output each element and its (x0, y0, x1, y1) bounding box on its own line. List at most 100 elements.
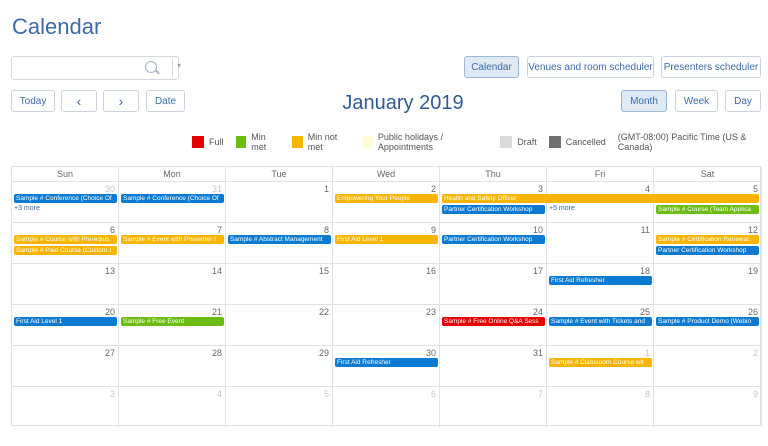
more-events-link[interactable]: +5 more (549, 205, 575, 212)
day-number[interactable]: 30 (426, 348, 436, 358)
day-number[interactable]: 18 (640, 266, 650, 276)
day-cell[interactable]: 5 (226, 386, 333, 427)
day-cell[interactable]: 2 (654, 345, 762, 386)
tab-day[interactable]: Day (725, 90, 761, 112)
calendar-event[interactable]: Partner Certification Workshop (442, 235, 545, 244)
day-number[interactable]: 21 (212, 307, 222, 317)
calendar-event[interactable]: Partner Certification Workshop (442, 205, 545, 214)
day-number[interactable]: 10 (533, 225, 543, 235)
day-number[interactable]: 5 (324, 389, 329, 399)
day-number[interactable]: 25 (640, 307, 650, 317)
calendar-event[interactable]: Sample # Paid Course (Custom I (14, 246, 117, 255)
search-input[interactable]: ▾ (11, 56, 181, 80)
day-number[interactable]: 11 (641, 225, 650, 235)
day-number[interactable]: 30 (105, 184, 115, 194)
day-cell[interactable]: 23 (333, 304, 440, 345)
calendar-event[interactable]: Sample # Course with Prerequis (14, 235, 117, 244)
next-button[interactable]: › (103, 90, 139, 112)
day-number[interactable]: 1 (645, 348, 650, 358)
day-cell[interactable]: 8 (547, 386, 654, 427)
day-cell[interactable]: 27 (12, 345, 119, 386)
tab-venues-room-scheduler[interactable]: Venues and room scheduler (527, 56, 654, 78)
day-cell[interactable]: 16 (333, 263, 440, 304)
calendar-event[interactable]: Sample # Free Online Q&A Sess (442, 317, 545, 326)
tab-calendar[interactable]: Calendar (464, 56, 519, 78)
day-number[interactable]: 31 (533, 348, 543, 358)
day-number[interactable]: 27 (105, 348, 115, 358)
day-number[interactable]: 8 (324, 225, 329, 235)
day-number[interactable]: 16 (426, 266, 436, 276)
calendar-event[interactable]: Sample # Classroom Course wit (549, 358, 652, 367)
day-number[interactable]: 7 (538, 389, 543, 399)
day-cell[interactable]: 7 (440, 386, 547, 427)
day-cell[interactable]: 6 (333, 386, 440, 427)
day-cell[interactable]: 14 (119, 263, 226, 304)
day-number[interactable]: 12 (748, 225, 758, 235)
calendar-event[interactable]: Sample # Free Event (121, 317, 224, 326)
prev-button[interactable]: ‹ (61, 90, 97, 112)
calendar-event[interactable]: Sample # Abstract Management (228, 235, 331, 244)
day-number[interactable]: 15 (319, 266, 329, 276)
tab-presenters-scheduler[interactable]: Presenters scheduler (661, 56, 761, 78)
calendar-event[interactable]: First Aid Refresher (549, 276, 652, 285)
day-cell[interactable]: 13 (12, 263, 119, 304)
day-cell[interactable]: 19 (654, 263, 762, 304)
calendar-event[interactable]: Sample # Product Demo (Webin (656, 317, 759, 326)
day-cell[interactable]: 4 (119, 386, 226, 427)
day-number[interactable]: 2 (753, 348, 758, 358)
day-number[interactable]: 3 (110, 389, 115, 399)
calendar-event[interactable]: Sample # Event with Tickets and (549, 317, 652, 326)
calendar-event[interactable]: Sample # Conference (Choice Of (121, 194, 224, 203)
day-cell[interactable]: 9 (654, 386, 762, 427)
day-number[interactable]: 17 (533, 266, 543, 276)
day-cell[interactable]: 29 (226, 345, 333, 386)
day-number[interactable]: 9 (753, 389, 758, 399)
day-number[interactable]: 24 (533, 307, 543, 317)
day-number[interactable]: 4 (645, 184, 650, 194)
tab-week[interactable]: Week (675, 90, 718, 112)
today-button[interactable]: Today (11, 90, 55, 112)
day-number[interactable]: 26 (748, 307, 758, 317)
day-number[interactable]: 14 (212, 266, 222, 276)
day-number[interactable]: 22 (319, 307, 329, 317)
calendar-event[interactable]: First Aid Level 1 (14, 317, 117, 326)
day-number[interactable]: 2 (431, 184, 436, 194)
calendar-event[interactable]: First Aid Level 1 (335, 235, 438, 244)
day-number[interactable]: 6 (431, 389, 436, 399)
day-number[interactable]: 4 (217, 389, 222, 399)
calendar-event[interactable]: Sample # Certification Renewal (656, 235, 759, 244)
day-number[interactable]: 19 (748, 266, 758, 276)
day-cell[interactable]: 3 (12, 386, 119, 427)
day-number[interactable]: 23 (426, 307, 436, 317)
day-number[interactable]: 3 (538, 184, 543, 194)
more-events-link[interactable]: +3 more (14, 205, 40, 212)
day-cell[interactable]: 22 (226, 304, 333, 345)
calendar-event[interactable]: Partner Certification Workshop (656, 246, 759, 255)
day-number[interactable]: 20 (105, 307, 115, 317)
search-icon[interactable] (145, 61, 157, 73)
day-cell[interactable]: 11 (547, 222, 654, 263)
calendar-event[interactable]: Health and Safety Officer (442, 194, 759, 203)
day-number[interactable]: 13 (105, 266, 115, 276)
day-number[interactable]: 9 (431, 225, 436, 235)
calendar-event[interactable]: First Aid Refresher (335, 358, 438, 367)
day-cell[interactable]: 15 (226, 263, 333, 304)
calendar-event[interactable]: Sample # Conference (Choice Of (14, 194, 117, 203)
day-cell[interactable]: 28 (119, 345, 226, 386)
day-number[interactable]: 7 (217, 225, 222, 235)
tab-month[interactable]: Month (621, 90, 667, 112)
day-number[interactable]: 1 (324, 184, 329, 194)
day-cell[interactable]: 17 (440, 263, 547, 304)
calendar-event[interactable]: Empowering Your People (335, 194, 438, 203)
calendar-event[interactable]: Sample # Course (Team Applica (656, 205, 759, 214)
day-number[interactable]: 28 (212, 348, 222, 358)
day-number[interactable]: 5 (753, 184, 758, 194)
day-number[interactable]: 31 (212, 184, 222, 194)
day-cell[interactable]: 1 (226, 181, 333, 222)
day-cell[interactable]: 31 (440, 345, 547, 386)
chevron-down-icon[interactable]: ▾ (177, 61, 181, 70)
day-number[interactable]: 6 (110, 225, 115, 235)
day-number[interactable]: 8 (645, 389, 650, 399)
date-picker-button[interactable]: Date (146, 90, 185, 112)
calendar-event[interactable]: Sample # Event with Presenter I (121, 235, 224, 244)
